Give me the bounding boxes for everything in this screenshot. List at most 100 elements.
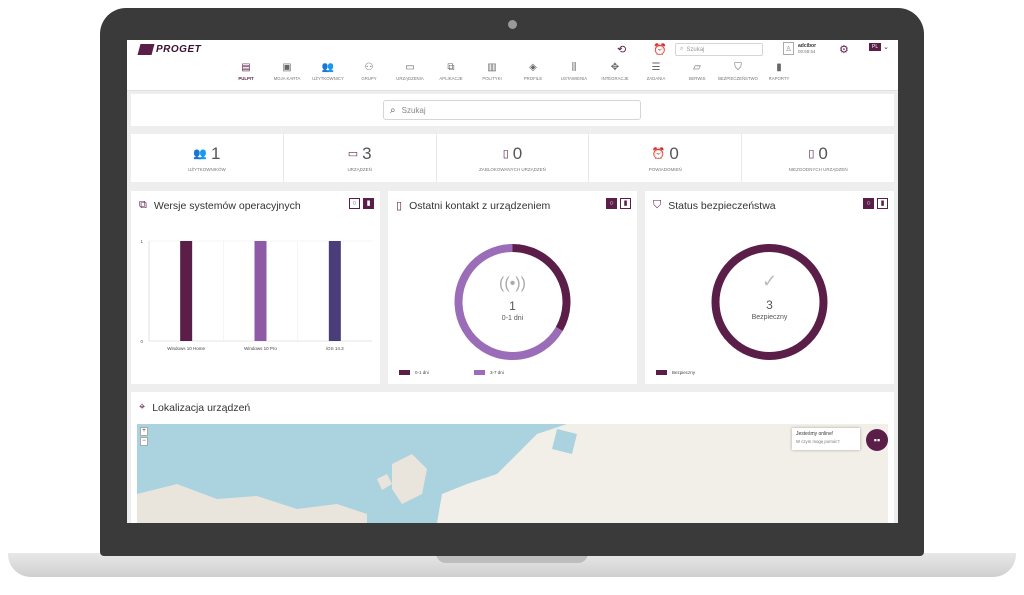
tag-icon: ◈ (529, 62, 537, 73)
nav-item-polityki[interactable]: ▥ POLITYKI (472, 62, 513, 81)
user-avatar-icon: ♙ (783, 42, 794, 55)
legend-swatch (656, 370, 667, 375)
chat-title: Jesteśmy online! (796, 431, 834, 437)
top-bar: PROGET ⟲ ⏰ ⌕ Szukaj ♙ adcibor 00:59:54 ⚙… (127, 40, 898, 91)
stat-value: 0 (512, 143, 523, 163)
devices-icon: ▭ (405, 62, 415, 73)
device-alert-icon[interactable]: ⟲ (617, 43, 626, 56)
user-name: adcibor (798, 42, 817, 49)
logo-text: PROGET (156, 44, 202, 55)
nav-label: PROFILE (523, 76, 543, 81)
stat-tile[interactable]: ▯ 0 ZABLOKOWANYCH URZĄDZEŃ (437, 134, 590, 182)
contact-center-label: 0-1 dni (501, 315, 524, 322)
nav-item-pulpit[interactable]: ▤ PULPIT (226, 62, 267, 81)
nav-label: RAPORTY (768, 76, 790, 81)
language-select[interactable]: PL ⌄ (869, 43, 889, 51)
stat-tile[interactable]: ▯ 0 NIEZGODNYCH URZĄDZEŃ (742, 134, 894, 182)
camera-dot (508, 20, 517, 29)
stat-tile[interactable]: ▭ 3 URZĄDZEŃ (284, 134, 437, 182)
nav-item-raporty[interactable]: ▮ RAPORTY (759, 62, 800, 81)
chat-icon[interactable]: ▪▪ (866, 429, 888, 451)
device-map[interactable]: + − (137, 424, 888, 523)
alarm-icon[interactable]: ⏰ (653, 43, 667, 56)
nav-label: APLIKACJE (439, 76, 463, 81)
settings-gear-icon[interactable]: ⚙ (839, 43, 849, 56)
stat-tile[interactable]: 👥 1 UŻYTKOWNIKÓW (131, 134, 284, 182)
bar[interactable] (328, 241, 341, 341)
zoom-in-button[interactable]: + (140, 427, 148, 436)
os-bar-chart: 1 0 Windows 10 Home Windows 10 Pro iOS 14.3 (140, 239, 372, 351)
stat-label: UŻYTKOWNIKÓW (188, 166, 226, 172)
nav-label: UŻYTKOWNICY (312, 76, 344, 81)
donut-view-button[interactable]: ○ (349, 198, 360, 209)
nav-item-profile[interactable]: ◈ PROFILE (513, 62, 554, 81)
legend-item: Bezpieczny (656, 370, 695, 375)
card-title-os: Wersje systemów operacyjnych (153, 199, 301, 212)
language-badge: PL (869, 43, 882, 51)
card-title-map: Lokalizacja urządzeń (152, 401, 251, 414)
nav-item-użytkownicy[interactable]: 👥 UŻYTKOWNICY (308, 62, 349, 81)
search-icon: ⌕ (680, 46, 684, 52)
legend-item: 0-1 dni (399, 370, 429, 375)
main-search-panel: ⌕ Szukaj (131, 94, 894, 126)
devices-icon: ▭ (347, 148, 359, 160)
user-menu[interactable]: ♙ adcibor 00:59:54 (783, 42, 816, 55)
nav-label: BEZPIECZEŃSTWO (718, 76, 758, 81)
lock-device-icon: ▯ (502, 148, 509, 160)
nav-item-serwis[interactable]: ▱ SERWIS (677, 62, 718, 81)
stat-value: 3 (362, 143, 372, 163)
top-search-placeholder: Szukaj (686, 46, 705, 53)
search-icon: ⌕ (390, 104, 396, 116)
location-pin-icon: ⌖ (139, 401, 146, 413)
stat-tile[interactable]: ⏰ 0 POWIADOMIEŃ (589, 134, 743, 182)
main-nav: ▤ PULPIT ▣ MOJA KARTA 👥 UŻYTKOWNICY ⚇ GRUPY ▭ URZ… (127, 62, 898, 81)
main-search-placeholder: Szukaj (401, 105, 426, 115)
legend-item: 3-7 dni (474, 370, 504, 375)
session-timer: 00:59:54 (798, 48, 816, 54)
nav-item-bezpieczeństwo[interactable]: ⛉ BEZPIECZEŃSTWO (718, 62, 759, 81)
groups-icon: ⚇ (364, 62, 374, 73)
devices-icon: ⧉ (139, 199, 147, 211)
y-tick-label: 1 (140, 239, 143, 244)
bar[interactable] (254, 241, 267, 341)
nav-item-aplikacje[interactable]: ⧉ APLIKACJE (431, 62, 472, 81)
chat-subtitle: W czym mogę pomóc? (796, 439, 840, 444)
tasks-icon: ☰ (651, 62, 661, 73)
id-card-icon: ▣ (282, 62, 292, 73)
nav-item-grupy[interactable]: ⚇ GRUPY (349, 62, 390, 81)
nav-item-integracje[interactable]: ✥ INTEGRACJE (595, 62, 636, 81)
map-land (137, 424, 888, 523)
bar[interactable] (180, 241, 193, 341)
nav-item-ustawienia[interactable]: ⫼ USTAWIENIA (554, 62, 595, 81)
users-icon: 👥 (321, 62, 335, 73)
nav-item-zadania[interactable]: ☰ ZADANIA (636, 62, 677, 81)
shield-icon: ⛉ (734, 62, 742, 73)
users-icon: 👥 (193, 148, 208, 160)
security-center: ✓ 3 Bezpieczny (645, 271, 894, 321)
nav-label: USTAWIENIA (560, 76, 588, 81)
reports-icon: ▮ (776, 62, 782, 73)
bar-view-button[interactable]: ▮ (363, 198, 374, 209)
chat-popup[interactable]: Jesteśmy online! W czym mogę pomóc? (792, 428, 860, 450)
stat-value: 1 (211, 143, 221, 163)
chevron-down-icon: ⌄ (883, 44, 889, 51)
puzzle-icon: ✥ (610, 62, 620, 73)
nav-label: INTEGRACJE (601, 76, 629, 81)
main-search-input[interactable]: ⌕ Szukaj (383, 100, 641, 120)
nav-item-moja karta[interactable]: ▣ MOJA KARTA (267, 62, 308, 81)
zoom-out-button[interactable]: − (140, 437, 148, 446)
stat-label: NIEZGODNYCH URZĄDZEŃ (788, 166, 848, 172)
check-circle-icon: ✓ (761, 271, 778, 291)
last-contact-card: ▯ Ostatni kontakt z urządzeniem ○ ▮ ((•)… (388, 191, 637, 384)
x-tick-label: Windows 10 Pro (244, 346, 277, 351)
stat-label: URZĄDZEŃ (347, 166, 372, 172)
security-status-card: ⛉ Status bezpieczeństwa ○ ▮ ✓ 3 Bezpiecz… (645, 191, 894, 384)
legend-label: 0-1 dni (415, 370, 429, 375)
nav-item-urządzenia[interactable]: ▭ URZĄDZENIA (390, 62, 431, 81)
top-search-input[interactable]: ⌕ Szukaj (675, 43, 763, 56)
legend-swatch (474, 370, 485, 375)
zoom-controls: + − (140, 427, 148, 447)
policy-icon: ▥ (487, 62, 497, 73)
app-screen: PROGET ⟲ ⏰ ⌕ Szukaj ♙ adcibor 00:59:54 ⚙… (127, 40, 898, 523)
logo[interactable]: PROGET (137, 44, 202, 55)
